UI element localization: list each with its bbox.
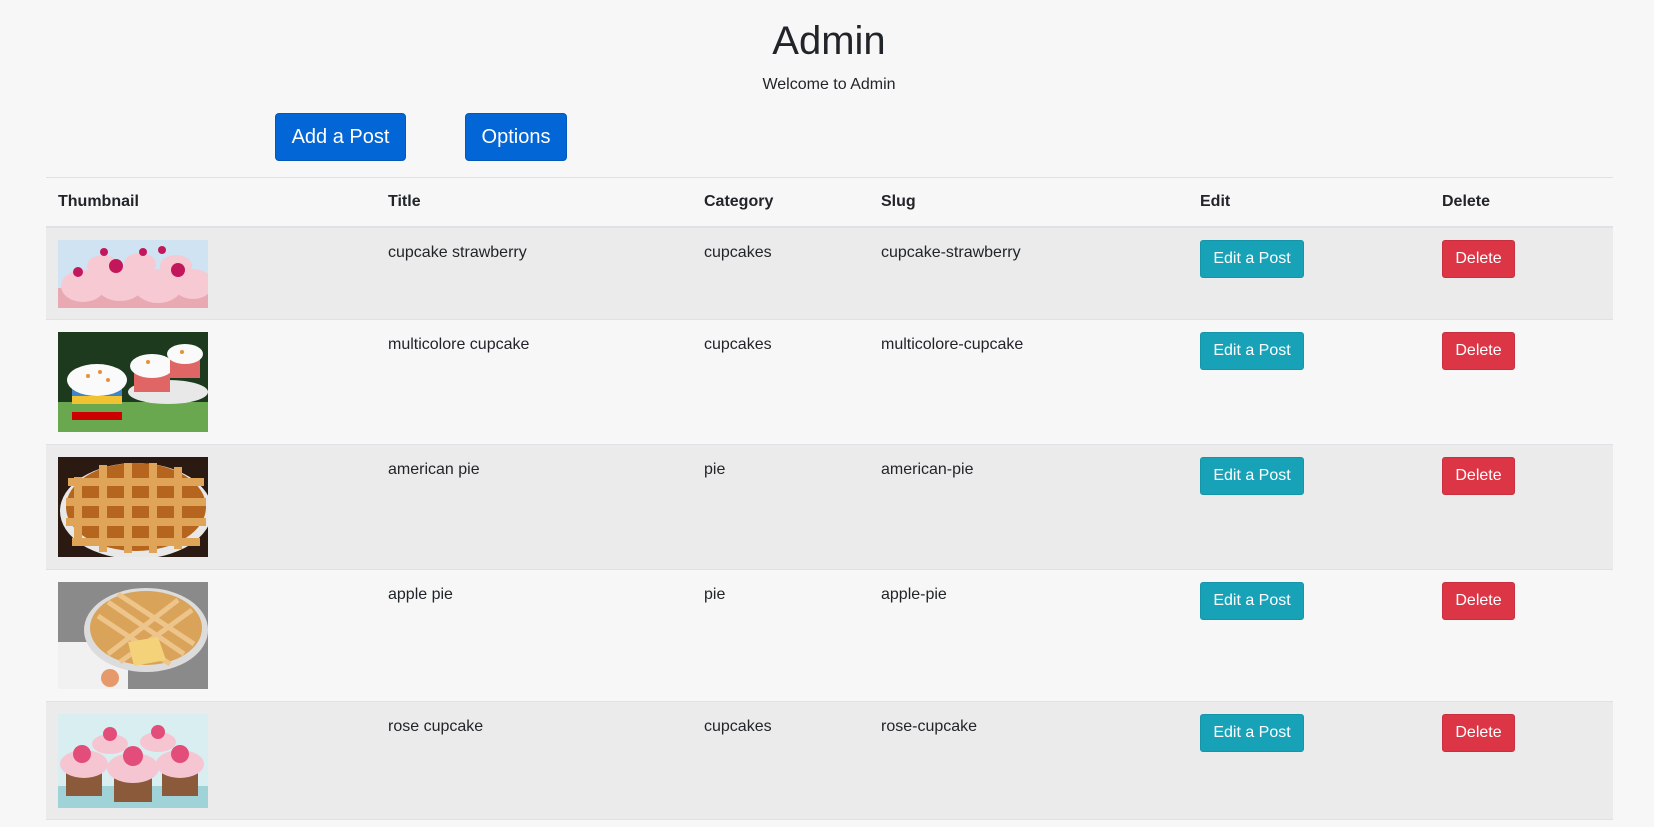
column-header-delete: Delete xyxy=(1442,192,1491,210)
apple-pie-image xyxy=(58,582,208,689)
column-header-thumbnail: Thumbnail xyxy=(58,192,139,210)
options-button[interactable]: Options xyxy=(465,113,567,161)
rainbow-cupcakes-image xyxy=(58,332,208,432)
delete-post-button[interactable]: Delete xyxy=(1442,457,1515,495)
row-title: apple pie xyxy=(388,586,453,603)
edit-post-button[interactable]: Edit a Post xyxy=(1200,457,1304,495)
column-header-category: Category xyxy=(704,192,774,210)
delete-post-button[interactable]: Delete xyxy=(1442,714,1515,752)
column-header-slug: Slug xyxy=(881,192,916,210)
edit-post-button[interactable]: Edit a Post xyxy=(1200,332,1304,370)
delete-post-button[interactable]: Delete xyxy=(1442,332,1515,370)
table-header-row: Thumbnail Title Category Slug Edit Delet… xyxy=(46,177,1613,227)
row-category: cupcakes xyxy=(704,718,772,735)
row-title: multicolore cupcake xyxy=(388,336,530,353)
row-title: cupcake strawberry xyxy=(388,243,527,261)
delete-post-button[interactable]: Delete xyxy=(1442,582,1515,620)
delete-post-button[interactable]: Delete xyxy=(1442,239,1515,278)
row-category: pie xyxy=(704,586,726,603)
table-row: multicolore cupcake cupcakes multicolore… xyxy=(46,320,1613,445)
row-slug: multicolore-cupcake xyxy=(881,336,1024,353)
strawberry-cupcakes-image xyxy=(58,239,208,308)
table-row: cupcake strawberry cupcakes cupcake-stra… xyxy=(46,226,1613,320)
row-title: rose cupcake xyxy=(388,718,484,735)
table-row: apple pie pie apple-pie Edit a Post Dele… xyxy=(46,570,1613,702)
row-slug: rose-cupcake xyxy=(881,718,978,735)
row-category: cupcakes xyxy=(704,243,772,261)
row-title: american pie xyxy=(388,461,480,478)
edit-post-button[interactable]: Edit a Post xyxy=(1200,239,1304,278)
row-slug: american-pie xyxy=(881,461,974,478)
row-category: cupcakes xyxy=(704,336,772,353)
welcome-text: Welcome to Admin xyxy=(762,76,896,93)
table-row: rose cupcake cupcakes rose-cupcake Edit … xyxy=(46,701,1613,820)
row-category: pie xyxy=(704,461,726,478)
rose-cupcakes-image xyxy=(58,714,208,808)
lattice-pie-image xyxy=(58,457,208,557)
posts-table: Thumbnail Title Category Slug Edit Delet… xyxy=(46,177,1613,820)
admin-page: Admin Welcome to Admin Add a Post Option… xyxy=(0,0,1654,827)
add-post-button[interactable]: Add a Post xyxy=(275,113,406,161)
column-header-title: Title xyxy=(388,192,421,210)
row-slug: apple-pie xyxy=(881,586,947,603)
column-header-edit: Edit xyxy=(1200,192,1231,210)
edit-post-button[interactable]: Edit a Post xyxy=(1200,714,1304,752)
row-slug: cupcake-strawberry xyxy=(881,243,1021,261)
table-row: american pie pie american-pie Edit a Pos… xyxy=(46,444,1613,570)
edit-post-button[interactable]: Edit a Post xyxy=(1200,582,1304,620)
page-title: Admin xyxy=(772,19,886,63)
